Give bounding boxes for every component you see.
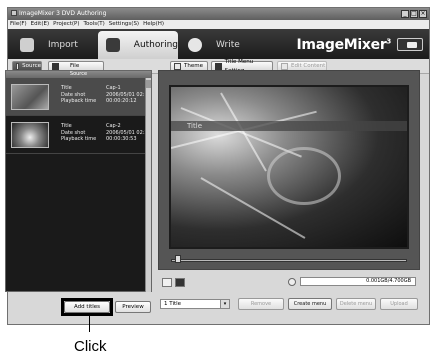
tab-import-label: Import bbox=[48, 40, 78, 50]
import-icon bbox=[20, 38, 34, 52]
tab-write[interactable]: Write bbox=[180, 31, 260, 59]
write-icon bbox=[188, 38, 202, 52]
annotation-leader-line bbox=[89, 316, 90, 332]
menu-bar: File(F) Edit(E) Project(P) Tools(T) Sett… bbox=[8, 20, 429, 29]
list-item[interactable]: Title Date shot Playback time Cap-2 2006… bbox=[6, 116, 151, 154]
source-icon bbox=[16, 63, 20, 70]
file-icon bbox=[52, 63, 59, 70]
preview-button[interactable]: Preview bbox=[115, 301, 151, 313]
disc-icon bbox=[288, 278, 296, 286]
chevron-down-icon: ▾ bbox=[220, 300, 229, 308]
menu-edit[interactable]: Edit(E) bbox=[31, 20, 49, 29]
remove-button[interactable]: Remove bbox=[238, 298, 284, 310]
source-panel-header: Source bbox=[6, 71, 151, 78]
title-bar: ImageMixer 3 DVD Authoring _ □ × bbox=[8, 8, 429, 20]
window-controls: _ □ × bbox=[401, 10, 427, 18]
preview-title-text: Title bbox=[187, 122, 203, 130]
title-select[interactable]: 1 Title ▾ bbox=[160, 299, 230, 309]
clip-thumbnail bbox=[11, 122, 49, 148]
click-highlight-box bbox=[61, 298, 113, 316]
menu-file[interactable]: File(F) bbox=[10, 20, 27, 29]
source-scrollbar[interactable] bbox=[145, 78, 151, 292]
capacity-gauge: 0.001GB/4.700GB bbox=[300, 277, 416, 286]
window-title: ImageMixer 3 DVD Authoring bbox=[19, 10, 107, 17]
create-menu-button[interactable]: Create menu bbox=[288, 298, 332, 310]
delete-menu-button[interactable]: Delete menu bbox=[336, 298, 376, 310]
menu-preview-screen: Title bbox=[169, 85, 409, 249]
title-menu-icon bbox=[215, 63, 222, 70]
menu-settings[interactable]: Settings(S) bbox=[109, 20, 139, 29]
preview-timeline[interactable] bbox=[171, 259, 407, 262]
minimize-button[interactable]: _ bbox=[401, 10, 409, 18]
menu-tools[interactable]: Tools(T) bbox=[84, 20, 105, 29]
app-icon bbox=[11, 10, 17, 16]
tab-authoring-label: Authoring bbox=[133, 40, 178, 50]
decorative-ring bbox=[267, 147, 341, 205]
thumbnail-view-button[interactable] bbox=[175, 278, 185, 287]
menu-project[interactable]: Project(P) bbox=[53, 20, 79, 29]
menu-help[interactable]: Help(H) bbox=[143, 20, 164, 29]
maximize-button[interactable]: □ bbox=[410, 10, 418, 18]
dvd-icon bbox=[397, 38, 423, 51]
preview-title-bar: Title bbox=[171, 121, 407, 131]
scrollbar-thumb[interactable] bbox=[146, 80, 151, 88]
close-button[interactable]: × bbox=[419, 10, 427, 18]
source-panel: Source Title Date shot Playback time Cap… bbox=[5, 70, 152, 292]
clip-time-label: Playback time bbox=[61, 98, 97, 104]
bottom-controls: 0.001GB/4.700GB 1 Title ▾ Remove Create m… bbox=[158, 273, 420, 315]
upload-button[interactable]: Upload bbox=[380, 298, 418, 310]
authoring-icon bbox=[106, 38, 120, 52]
title-select-value: 1 Title bbox=[164, 301, 182, 307]
mode-bar: Import Authoring Write ImageMixer3 bbox=[8, 29, 429, 59]
brand-logo: ImageMixer3 bbox=[297, 37, 392, 53]
clip-time-label: Playback time bbox=[61, 136, 97, 142]
edit-content-icon bbox=[281, 63, 288, 70]
clip-thumbnail bbox=[11, 84, 49, 110]
brand-name: ImageMixer bbox=[296, 37, 387, 53]
tab-write-label: Write bbox=[216, 40, 240, 50]
tab-import[interactable]: Import bbox=[12, 31, 96, 59]
list-item[interactable]: Title Date shot Playback time Cap-1 2006… bbox=[6, 78, 151, 116]
light-ray bbox=[180, 107, 302, 158]
clip-labels: Title Date shot Playback time bbox=[61, 85, 96, 105]
click-annotation: Click bbox=[74, 338, 107, 355]
timeline-knob[interactable] bbox=[175, 255, 181, 263]
tab-authoring[interactable]: Authoring bbox=[98, 31, 178, 59]
theme-icon bbox=[174, 63, 181, 70]
brand-version: 3 bbox=[386, 37, 391, 46]
preview-panel: Title bbox=[158, 70, 420, 270]
clip-labels: Title Date shot Playback time bbox=[61, 123, 96, 143]
list-view-button[interactable] bbox=[162, 278, 172, 287]
